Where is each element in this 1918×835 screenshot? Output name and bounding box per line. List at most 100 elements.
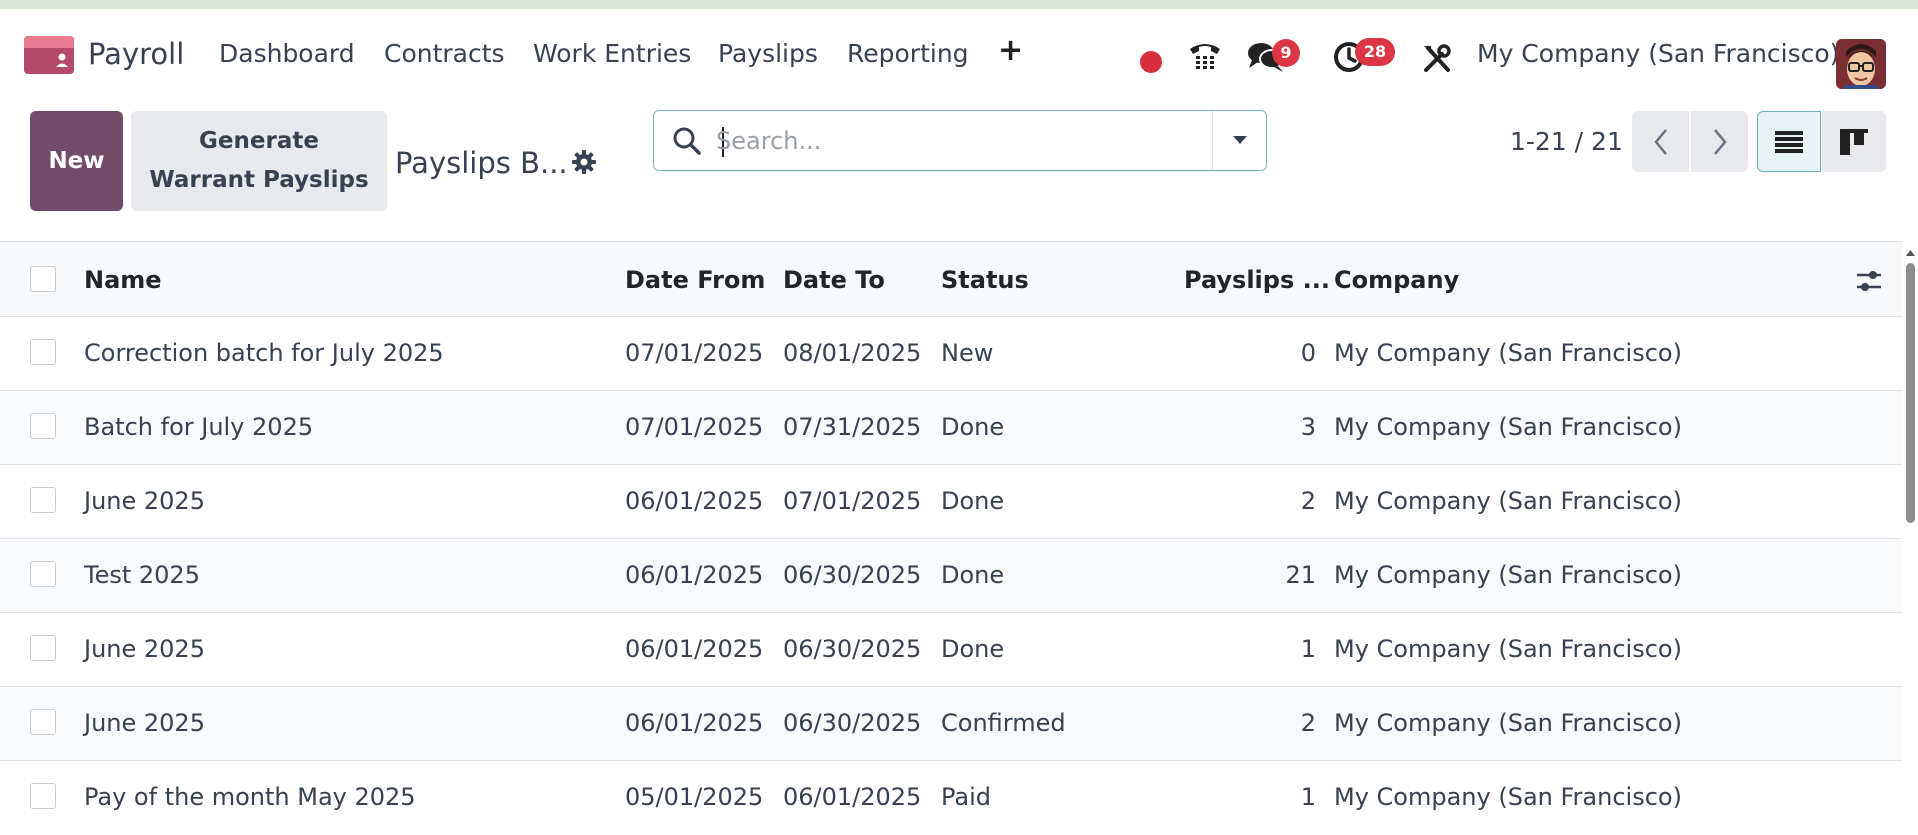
cell-status: New (941, 339, 994, 367)
chevron-right-icon (1713, 128, 1727, 155)
select-all-checkbox[interactable] (30, 266, 56, 292)
cell-payslips-count: 2 (1300, 709, 1316, 737)
cell-company: My Company (San Francisco) (1334, 339, 1682, 367)
cell-date-from: 06/01/2025 (625, 487, 764, 515)
cell-date-to: 06/01/2025 (783, 783, 922, 811)
column-name[interactable]: Name (84, 266, 162, 294)
browser-top-strip (0, 0, 1918, 9)
cell-name: Pay of the month May 2025 (84, 783, 416, 811)
gear-icon[interactable] (570, 148, 598, 176)
list-view-button[interactable] (1757, 111, 1821, 172)
search-bar (653, 110, 1267, 171)
nav-reporting[interactable]: Reporting (847, 39, 969, 68)
table-row[interactable]: June 2025 06/01/2025 06/30/2025 Done 1 M… (0, 613, 1902, 687)
generate-warrant-payslips-button[interactable]: Generate Warrant Payslips (131, 111, 387, 211)
search-options-toggle[interactable] (1212, 111, 1266, 169)
cell-status: Paid (941, 783, 992, 811)
column-company[interactable]: Company (1334, 266, 1459, 294)
scroll-up-arrow-icon[interactable] (1905, 249, 1916, 257)
cell-status: Done (941, 487, 1005, 515)
table-row[interactable]: June 2025 06/01/2025 07/01/2025 Done 2 M… (0, 465, 1902, 539)
cell-name: June 2025 (84, 487, 205, 515)
cell-date-from: 05/01/2025 (625, 783, 764, 811)
payroll-logo-icon[interactable] (24, 36, 74, 74)
cell-payslips-count: 1 (1300, 783, 1316, 811)
list-header: Name Date From Date To Status Payslips .… (0, 241, 1902, 317)
cell-payslips-count: 0 (1300, 339, 1316, 367)
messages-badge: 9 (1272, 39, 1300, 67)
pager-next-button[interactable] (1691, 111, 1748, 172)
cell-company: My Company (San Francisco) (1334, 635, 1682, 663)
list-view-icon (1775, 130, 1803, 153)
cell-date-from: 07/01/2025 (625, 413, 764, 441)
cell-date-from: 06/01/2025 (625, 561, 764, 589)
cell-date-to: 06/30/2025 (783, 635, 922, 663)
cell-company: My Company (San Francisco) (1334, 561, 1682, 589)
vertical-scrollbar[interactable] (1904, 249, 1916, 831)
row-checkbox[interactable] (30, 783, 56, 809)
cell-company: My Company (San Francisco) (1334, 487, 1682, 515)
pager-value[interactable]: 1-21 / 21 (1510, 127, 1623, 156)
column-date-from[interactable]: Date From (625, 266, 765, 294)
user-avatar[interactable] (1836, 39, 1886, 89)
table-row[interactable]: Batch for July 2025 07/01/2025 07/31/202… (0, 391, 1902, 465)
cell-payslips-count: 21 (1285, 561, 1316, 589)
table-row[interactable]: Correction batch for July 2025 07/01/202… (0, 317, 1902, 391)
cell-date-to: 07/01/2025 (783, 487, 922, 515)
cell-name: Correction batch for July 2025 (84, 339, 444, 367)
column-status[interactable]: Status (941, 266, 1029, 294)
cell-status: Done (941, 635, 1005, 663)
cell-date-to: 07/31/2025 (783, 413, 922, 441)
cell-date-to: 08/01/2025 (783, 339, 922, 367)
record-dot-icon[interactable] (1140, 51, 1162, 73)
row-checkbox[interactable] (30, 339, 56, 365)
nav-contracts[interactable]: Contracts (384, 39, 505, 68)
cell-payslips-count: 3 (1300, 413, 1316, 441)
pager-previous-button[interactable] (1632, 111, 1689, 172)
avatar-face-icon (1836, 39, 1886, 89)
cell-company: My Company (San Francisco) (1334, 709, 1682, 737)
row-checkbox[interactable] (30, 709, 56, 735)
cell-date-from: 07/01/2025 (625, 339, 764, 367)
nav-dashboard[interactable]: Dashboard (219, 39, 355, 68)
row-checkbox[interactable] (30, 487, 56, 513)
phone-icon[interactable] (1187, 38, 1223, 74)
main-navbar: Payroll Dashboard Contracts Work Entries… (0, 9, 1918, 99)
nav-payslips[interactable]: Payslips (718, 39, 818, 68)
column-date-to[interactable]: Date To (783, 266, 885, 294)
cell-name: Test 2025 (84, 561, 200, 589)
table-row[interactable]: Pay of the month May 2025 05/01/2025 06/… (0, 761, 1902, 835)
nav-add-button[interactable]: + (998, 33, 1023, 68)
breadcrumb-title: Payslips B... (395, 146, 568, 180)
row-checkbox[interactable] (30, 561, 56, 587)
cell-name: June 2025 (84, 635, 205, 663)
cell-status: Confirmed (941, 709, 1066, 737)
cell-name: Batch for July 2025 (84, 413, 314, 441)
cell-name: June 2025 (84, 709, 205, 737)
sliders-icon[interactable] (1855, 267, 1883, 295)
scrollbar-thumb[interactable] (1906, 263, 1915, 523)
table-row[interactable]: Test 2025 06/01/2025 06/30/2025 Done 21 … (0, 539, 1902, 613)
company-switcher[interactable]: My Company (San Francisco) (1477, 39, 1839, 68)
cell-date-to: 06/30/2025 (783, 561, 922, 589)
tools-icon[interactable] (1422, 44, 1452, 74)
cell-date-from: 06/01/2025 (625, 709, 764, 737)
row-checkbox[interactable] (30, 413, 56, 439)
search-input[interactable] (714, 121, 1194, 161)
activities-badge: 28 (1355, 38, 1395, 66)
chevron-left-icon (1653, 128, 1667, 155)
nav-work-entries[interactable]: Work Entries (533, 39, 691, 68)
cell-status: Done (941, 413, 1005, 441)
row-checkbox[interactable] (30, 635, 56, 661)
cell-payslips-count: 2 (1300, 487, 1316, 515)
caret-down-icon (1232, 136, 1247, 144)
kanban-view-button[interactable] (1822, 111, 1886, 172)
cell-date-to: 06/30/2025 (783, 709, 922, 737)
cell-payslips-count: 1 (1300, 635, 1316, 663)
column-payslips-count[interactable]: Payslips ... (1184, 266, 1330, 294)
app-name[interactable]: Payroll (88, 37, 184, 71)
new-button[interactable]: New (30, 111, 123, 211)
kanban-view-icon (1840, 128, 1868, 155)
table-row[interactable]: June 2025 06/01/2025 06/30/2025 Confirme… (0, 687, 1902, 761)
cell-status: Done (941, 561, 1005, 589)
